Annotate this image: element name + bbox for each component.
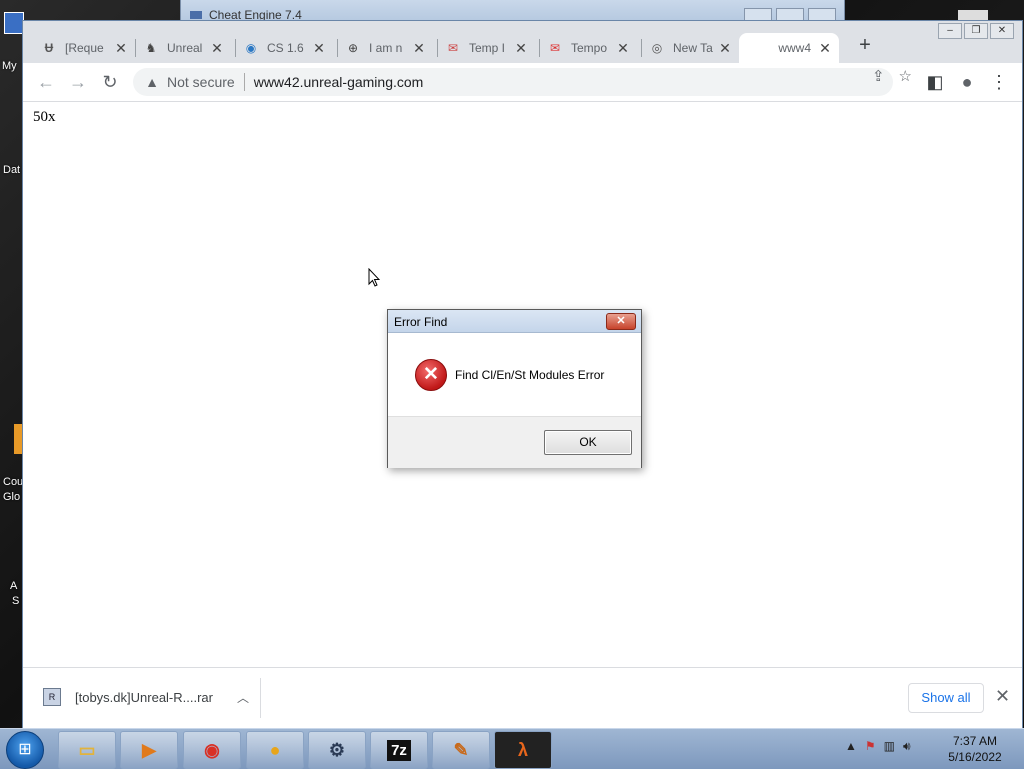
warning-icon[interactable]: ▲ bbox=[143, 74, 161, 90]
page-content: 50x bbox=[33, 109, 56, 125]
close-icon[interactable]: ✕ bbox=[717, 40, 733, 57]
tab-label: [Reque bbox=[65, 41, 104, 55]
start-button[interactable]: ⊞ bbox=[6, 731, 44, 769]
desktop-icon[interactable] bbox=[14, 424, 22, 454]
tab-active[interactable]: www4 ✕ bbox=[739, 33, 839, 63]
side-panel-icon[interactable]: ◧ bbox=[923, 70, 947, 94]
tab-i-am-not[interactable]: ⊕ I am n ✕ bbox=[339, 33, 433, 63]
tab-label: Unreal bbox=[167, 41, 203, 55]
clock[interactable]: 7:37 AM 5/16/2022 bbox=[940, 733, 1010, 765]
chrome-icon[interactable]: ◉ bbox=[183, 731, 241, 769]
mouse-cursor-icon bbox=[368, 268, 380, 287]
error-icon: ✕ bbox=[415, 359, 447, 391]
globe-icon: ⊕ bbox=[347, 41, 359, 55]
dialog-title: Error Find bbox=[394, 315, 448, 329]
address-bar[interactable]: ▲ Not secure www42.unreal-gaming.com bbox=[133, 68, 893, 96]
tab-cs16[interactable]: ◉ CS 1.6 ✕ bbox=[237, 33, 333, 63]
show-hidden-icons-icon[interactable]: ▲ bbox=[845, 739, 857, 754]
menu-icon[interactable]: ⋮ bbox=[987, 70, 1011, 94]
network-icon[interactable]: ▥ bbox=[884, 739, 895, 754]
tab-label: Tempo bbox=[571, 41, 608, 55]
file-explorer-icon[interactable]: ▭ bbox=[58, 731, 116, 769]
chevron-up-icon[interactable]: ︿ bbox=[237, 689, 249, 706]
desktop-label-s[interactable]: S bbox=[12, 595, 19, 607]
clock-time: 7:37 AM bbox=[952, 734, 998, 748]
close-button[interactable]: ✕ bbox=[606, 313, 636, 330]
tab-label: www4 bbox=[778, 41, 811, 55]
uc-logo-icon: Ʉ bbox=[44, 41, 54, 55]
tab-label: Temp I bbox=[469, 41, 506, 55]
close-icon[interactable]: ✕ bbox=[615, 40, 631, 57]
volume-icon[interactable]: 🔊︎ bbox=[903, 739, 911, 754]
downloads-bar: R [tobys.dk]Unreal-R....rar ︿ Show all ✕ bbox=[23, 667, 1022, 729]
tool-icon[interactable]: ✎ bbox=[432, 731, 490, 769]
cheat-engine-icon[interactable]: ⚙ bbox=[308, 731, 366, 769]
close-icon[interactable]: ✕ bbox=[995, 686, 1010, 707]
clock-date: 5/16/2022 bbox=[948, 750, 1002, 764]
close-button[interactable]: ✕ bbox=[990, 23, 1014, 39]
forward-button[interactable]: → bbox=[66, 70, 90, 94]
reload-button[interactable]: ↻ bbox=[98, 70, 122, 94]
show-all-button[interactable]: Show all bbox=[908, 683, 984, 713]
share-icon[interactable]: ⇪ bbox=[872, 67, 885, 85]
system-tray: ▲ ⚑ ▥ 🔊︎ bbox=[845, 739, 911, 754]
download-filename[interactable]: [tobys.dk]Unreal-R....rar bbox=[75, 690, 213, 705]
close-icon[interactable]: ✕ bbox=[311, 40, 327, 57]
tab-tempo[interactable]: ✉ Tempo ✕ bbox=[541, 33, 637, 63]
action-center-icon[interactable]: ⚑ bbox=[865, 739, 876, 754]
desktop-label-dat[interactable]: Dat bbox=[3, 164, 20, 176]
back-button[interactable]: ← bbox=[34, 70, 58, 94]
mail-icon: ✉ bbox=[447, 41, 459, 55]
taskbar: ⊞ ▭ ▶ ◉ ● ⚙ 7z ✎ λ ▲ ⚑ ▥ 🔊︎ 7:37 AM 5/16… bbox=[0, 728, 1024, 769]
tab-unreal[interactable]: ♞ Unreal ✕ bbox=[137, 33, 231, 63]
dialog-message: Find Cl/En/St Modules Error bbox=[455, 368, 605, 382]
cs-player-icon: ♞ bbox=[145, 41, 157, 55]
tab-request[interactable]: Ʉ [Reque ✕ bbox=[35, 33, 135, 63]
blank-icon bbox=[745, 40, 761, 56]
close-icon[interactable]: ✕ bbox=[209, 40, 225, 57]
desktop-label-a[interactable]: A bbox=[10, 580, 17, 592]
desktop-label-glo[interactable]: Glo bbox=[3, 491, 20, 503]
temp-mail-icon: ✉ bbox=[549, 41, 561, 55]
restore-button[interactable]: ❐ bbox=[964, 23, 988, 39]
gso-icon[interactable]: ● bbox=[246, 731, 304, 769]
desktop-label-cou[interactable]: Cou bbox=[3, 476, 23, 488]
half-life-icon[interactable]: λ bbox=[494, 731, 552, 769]
error-dialog: Error Find ✕ ✕ Find Cl/En/St Modules Err… bbox=[387, 309, 642, 468]
7zip-icon[interactable]: 7z bbox=[370, 731, 428, 769]
tab-label: I am n bbox=[369, 41, 403, 55]
gamepad-icon: ◉ bbox=[245, 41, 257, 55]
close-icon[interactable]: ✕ bbox=[411, 40, 427, 57]
chrome-icon: ◎ bbox=[651, 41, 663, 55]
close-icon[interactable]: ✕ bbox=[817, 40, 833, 57]
desktop-label-my[interactable]: My bbox=[2, 60, 17, 72]
tab-label: New Ta bbox=[673, 41, 713, 55]
url-text[interactable]: www42.unreal-gaming.com bbox=[254, 74, 424, 90]
dialog-titlebar[interactable]: Error Find ✕ bbox=[388, 310, 641, 333]
ok-button[interactable]: OK bbox=[544, 430, 632, 455]
tab-strip: – ❐ ✕ Ʉ [Reque ✕ ♞ Unreal ✕ ◉ CS 1.6 ✕ ⊕… bbox=[23, 21, 1022, 63]
7zip-label: 7z bbox=[387, 739, 411, 761]
cheat-engine-icon bbox=[189, 8, 203, 20]
bookmark-star-icon[interactable]: ☆ bbox=[899, 67, 912, 85]
desktop-icon[interactable] bbox=[4, 12, 24, 34]
profile-avatar-icon[interactable]: ● bbox=[955, 70, 979, 94]
tab-label: CS 1.6 bbox=[267, 41, 304, 55]
close-icon[interactable]: ✕ bbox=[513, 40, 529, 57]
security-label[interactable]: Not secure bbox=[167, 74, 235, 90]
minimize-button[interactable]: – bbox=[938, 23, 962, 39]
media-player-icon[interactable]: ▶ bbox=[120, 731, 178, 769]
new-tab-button[interactable]: + bbox=[855, 35, 875, 55]
tab-temp-mail[interactable]: ✉ Temp I ✕ bbox=[439, 33, 535, 63]
toolbar: ← → ↻ ▲ Not secure www42.unreal-gaming.c… bbox=[23, 63, 1022, 102]
download-item[interactable]: R [tobys.dk]Unreal-R....rar ︿ bbox=[43, 688, 249, 706]
tab-new-tab[interactable]: ◎ New Ta ✕ bbox=[643, 33, 739, 63]
rar-file-icon: R bbox=[43, 688, 61, 706]
close-icon[interactable]: ✕ bbox=[113, 40, 129, 57]
